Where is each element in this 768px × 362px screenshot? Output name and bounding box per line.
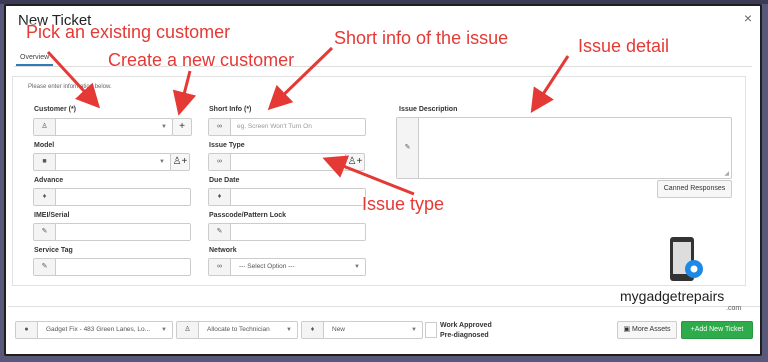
- short-info-placeholder: eg. Screen Won't Turn On: [237, 123, 312, 130]
- network-label: Network: [209, 247, 237, 254]
- add-issue-type-button[interactable]: ♙+: [345, 153, 365, 171]
- status-select[interactable]: ♦ New ▼: [301, 321, 423, 339]
- annotation-pick-customer: Pick an existing customer: [26, 22, 231, 42]
- logo-text: mygadgetrepairs: [620, 288, 725, 304]
- network-select[interactable]: ∞ --- Select Option --- ▼: [208, 258, 366, 276]
- checkbox-group[interactable]: [425, 322, 437, 338]
- passcode-input[interactable]: ✎: [208, 223, 366, 241]
- annotation-create-customer: Create a new customer: [108, 50, 295, 70]
- due-date-input[interactable]: ♦: [208, 188, 366, 206]
- link-icon: ∞: [209, 259, 231, 275]
- work-approved-checkbox[interactable]: Work Approved: [440, 322, 492, 329]
- tab-overview[interactable]: Overview: [16, 51, 54, 66]
- chevron-down-icon: ▼: [354, 264, 360, 270]
- close-icon[interactable]: ×: [744, 10, 752, 26]
- tag-icon: ♦: [209, 189, 231, 205]
- edit-icon: ✎: [397, 118, 419, 178]
- service-tag-label: Service Tag: [34, 247, 73, 254]
- more-assets-label: More Assets: [632, 326, 671, 333]
- annotation-short-info: Short info of the issue: [334, 28, 509, 48]
- chevron-down-icon: ▼: [161, 124, 167, 130]
- edit-icon: ✎: [34, 224, 56, 240]
- link-icon: ∞: [209, 154, 231, 170]
- pre-diagnosed-checkbox[interactable]: Pre-diagnosed: [440, 332, 489, 339]
- technician-selected: Allocate to Technician: [207, 326, 270, 333]
- edit-icon: ✎: [34, 259, 56, 275]
- service-tag-input[interactable]: ✎: [33, 258, 191, 276]
- user-icon: ♙: [177, 322, 199, 338]
- issue-description-textarea[interactable]: ✎ ◢: [396, 117, 732, 179]
- model-label: Model: [34, 142, 55, 149]
- add-new-ticket-label: Add New Ticket: [694, 326, 744, 333]
- folder-icon: ■: [34, 154, 56, 170]
- passcode-label: Passcode/Pattern Lock: [209, 212, 287, 219]
- tag-icon: ♦: [34, 189, 56, 205]
- more-assets-button[interactable]: ▣ More Assets: [617, 321, 677, 339]
- add-new-ticket-button[interactable]: +Add New Ticket: [681, 321, 753, 339]
- chevron-down-icon: ▼: [286, 327, 292, 333]
- map-marker-icon: ●: [16, 322, 38, 338]
- technician-select[interactable]: ♙ Allocate to Technician ▼: [176, 321, 298, 339]
- tag-icon: ♦: [302, 322, 324, 338]
- advance-label: Advance: [34, 177, 64, 184]
- add-customer-button[interactable]: +: [172, 118, 192, 136]
- user-icon: ♙: [34, 119, 56, 135]
- edit-icon: ✎: [209, 224, 231, 240]
- briefcase-icon: ▣: [623, 326, 631, 333]
- imei-input[interactable]: ✎: [33, 223, 191, 241]
- annotation-issue-detail: Issue detail: [578, 36, 670, 56]
- location-selected: Gadget Fix - 483 Green Lanes, Lo...: [46, 326, 151, 333]
- canned-responses-button[interactable]: Canned Responses: [657, 180, 732, 198]
- network-selected: --- Select Option ---: [239, 263, 295, 270]
- issue-description-label: Issue Description: [399, 106, 458, 113]
- model-select[interactable]: ■ ▼: [33, 153, 171, 171]
- form-hint: Please enter information below.: [28, 84, 112, 90]
- chevron-down-icon: ▼: [161, 327, 167, 333]
- chevron-down-icon: ▼: [159, 159, 165, 165]
- link-icon: ∞: [209, 119, 231, 135]
- logo-suffix: .com: [726, 305, 742, 312]
- issue-type-label: Issue Type: [209, 142, 245, 149]
- add-model-button[interactable]: ♙+: [170, 153, 190, 171]
- status-selected: New: [332, 326, 346, 333]
- imei-label: IMEI/Serial: [34, 212, 70, 219]
- short-info-input[interactable]: ∞ eg. Screen Won't Turn On: [208, 118, 366, 136]
- location-select[interactable]: ● Gadget Fix - 483 Green Lanes, Lo... ▼: [15, 321, 173, 339]
- add-user-icon: ♙+: [172, 156, 188, 167]
- chevron-down-icon: ▼: [411, 327, 417, 333]
- issue-type-select[interactable]: ∞: [208, 153, 346, 171]
- add-user-icon: ♙+: [347, 156, 363, 167]
- short-info-label: Short Info (*): [209, 106, 252, 113]
- resize-handle-icon[interactable]: ◢: [724, 170, 729, 177]
- customer-label: Customer (*): [34, 106, 77, 113]
- advance-input[interactable]: ♦: [33, 188, 191, 206]
- customer-select[interactable]: ♙ ▼: [33, 118, 173, 136]
- due-date-label: Due Date: [209, 177, 240, 184]
- annotation-issue-type: Issue type: [362, 194, 445, 214]
